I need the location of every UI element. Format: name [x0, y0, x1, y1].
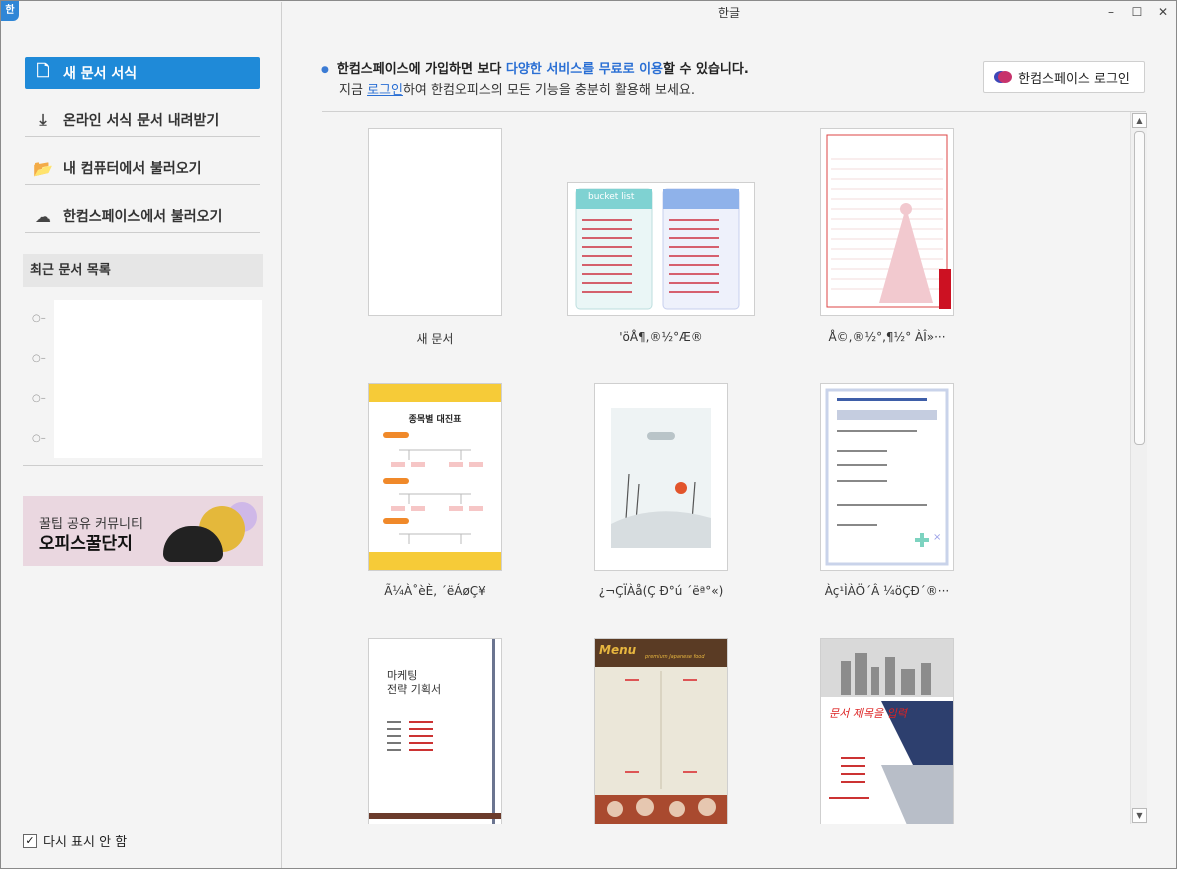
- sidebar-item-open-hancomspace[interactable]: ☁ 한컴스페이스에서 불러오기: [25, 200, 260, 233]
- window-title: 한글: [717, 6, 741, 20]
- scroll-down-icon[interactable]: ▼: [1132, 808, 1147, 823]
- template-thumb-menu[interactable]: Menu premium Japanese food: [594, 638, 728, 824]
- divider: [23, 465, 263, 466]
- template-thumb-blank[interactable]: [368, 128, 502, 316]
- tournament-title: 종목별 대진표: [408, 415, 462, 425]
- dont-show-again[interactable]: ✓ 다시 표시 안 함: [23, 831, 127, 850]
- recent-item-bullet[interactable]: ○–: [32, 434, 48, 444]
- recent-documents-header: 최근 문서 목록: [23, 254, 263, 287]
- recent-documents-list: [54, 300, 262, 458]
- hancomspace-logo-icon: [998, 71, 1013, 83]
- bucket-list-preview: [575, 188, 740, 310]
- math-preview: ×: [825, 388, 949, 566]
- template-label: 새 문서: [416, 332, 454, 346]
- notice-text: 지금: [339, 83, 368, 98]
- checkbox-checked-icon[interactable]: ✓: [23, 833, 37, 848]
- notice-text: 하여 한컴오피스의 모든 기능을 충분히 활용해 보세요.: [402, 83, 695, 98]
- minimize-icon[interactable]: –: [1104, 3, 1118, 21]
- template-label: ¿¬ÇÏÀå(Ç Ð°ú ´ëª°«): [598, 584, 724, 598]
- template-label: 'öÅ¶,®½°Æ®: [619, 330, 703, 344]
- template-thumb-math[interactable]: ×: [820, 383, 954, 571]
- sidebar-item-label: 온라인 서식 문서 내려받기: [63, 113, 220, 129]
- template-label: Ã¼À˚èÈ, ´ëÁøÇ¥: [384, 584, 486, 598]
- recent-item-bullet[interactable]: ○–: [32, 354, 48, 364]
- template-thumb-christmas[interactable]: [820, 128, 954, 316]
- sidebar-item-open-local[interactable]: 📂 내 컴퓨터에서 불러오기: [25, 152, 260, 185]
- template-label: Å©,®½°,¶½° ÀÎ»···: [828, 330, 946, 344]
- template-thumb-bucket-list[interactable]: bucket list: [567, 182, 755, 316]
- report-preview: [821, 639, 953, 824]
- notice-text: 할 수 있습니다.: [663, 62, 749, 77]
- marketing-lines: [369, 721, 501, 819]
- login-button-label: 한컴스페이스 로그인: [1018, 71, 1130, 87]
- folder-icon: 📂: [33, 158, 53, 178]
- app-window: 🗋 새 문서 서식 ⤓ 온라인 서식 문서 내려받기 📂 내 컴퓨터에서 불러오…: [0, 0, 1177, 869]
- divider: [25, 136, 260, 137]
- banner-line2: 오피스꿀단지: [39, 534, 133, 554]
- close-icon[interactable]: ✕: [1156, 3, 1170, 21]
- sidebar-item-label: 한컴스페이스에서 불러오기: [63, 209, 223, 225]
- template-label: Àç¹ÌÀÖ´Â ¼öÇÐ´®···: [824, 584, 950, 598]
- vertical-scrollbar[interactable]: ▲ ▼: [1130, 112, 1147, 824]
- sidebar: 🗋 새 문서 서식 ⤓ 온라인 서식 문서 내려받기 📂 내 컴퓨터에서 불러오…: [2, 2, 282, 868]
- cloud-icon: ☁: [35, 206, 51, 226]
- template-grid: 새 문서 bucket list 'öÅ¶,®½°Æ® Å©,®½°,¶½° À…: [322, 117, 1128, 824]
- sidebar-item-label: 내 컴퓨터에서 불러오기: [63, 161, 202, 177]
- login-notice: 지금 로그인하여 한컴오피스의 모든 기능을 충분히 활용해 보세요.: [339, 79, 695, 98]
- signup-notice: ● 한컴스페이스에 가입하면 보다 다양한 서비스를 무료로 이용할 수 있습니다…: [321, 58, 749, 77]
- divider: [25, 232, 260, 233]
- recent-item-bullet[interactable]: ○–: [32, 314, 48, 324]
- app-icon: 한: [1, 1, 19, 21]
- scroll-up-icon[interactable]: ▲: [1132, 113, 1147, 128]
- community-banner[interactable]: 꿀팁 공유 커뮤니티 오피스꿀단지: [23, 496, 263, 566]
- dont-show-again-label: 다시 표시 안 함: [43, 835, 128, 850]
- main-content: ● 한컴스페이스에 가입하면 보다 다양한 서비스를 무료로 이용할 수 있습니다…: [282, 25, 1175, 867]
- sidebar-item-online-download[interactable]: ⤓ 온라인 서식 문서 내려받기: [25, 104, 260, 137]
- document-icon: 🗋: [36, 60, 50, 80]
- divider: [25, 184, 260, 185]
- christmas-preview: [826, 134, 951, 309]
- report-title: 문서 제목을 입력: [829, 707, 907, 720]
- download-icon: ⤓: [39, 110, 47, 129]
- scrollbar-thumb[interactable]: [1134, 131, 1145, 445]
- wedding-preview: [611, 408, 711, 548]
- login-link[interactable]: 로그인: [367, 83, 403, 98]
- template-thumb-marketing[interactable]: 마케팅 전략 기획서: [368, 638, 502, 824]
- notice-text: 한컴스페이스에 가입하면 보다: [336, 62, 506, 77]
- template-thumb-wedding[interactable]: [594, 383, 728, 571]
- window-controls: – ☐ ✕: [1104, 3, 1170, 21]
- sidebar-item-label: 새 문서 서식: [63, 66, 138, 82]
- sidebar-item-new-template[interactable]: 🗋 새 문서 서식: [25, 57, 260, 89]
- hancomspace-login-button[interactable]: 한컴스페이스 로그인: [983, 61, 1145, 93]
- menu-body: [595, 671, 727, 824]
- recent-item-bullet[interactable]: ○–: [32, 394, 48, 404]
- notice-highlight: 다양한 서비스를 무료로 이용: [505, 62, 664, 77]
- maximize-icon[interactable]: ☐: [1130, 3, 1144, 21]
- bucket-list-title: bucket list: [588, 192, 635, 202]
- template-thumb-report[interactable]: 문서 제목을 입력: [820, 638, 954, 824]
- bullet-icon: ●: [321, 64, 329, 75]
- divider: [322, 111, 1146, 112]
- svg-text:×: ×: [933, 532, 941, 543]
- template-thumb-tournament[interactable]: 종목별 대진표: [368, 383, 502, 571]
